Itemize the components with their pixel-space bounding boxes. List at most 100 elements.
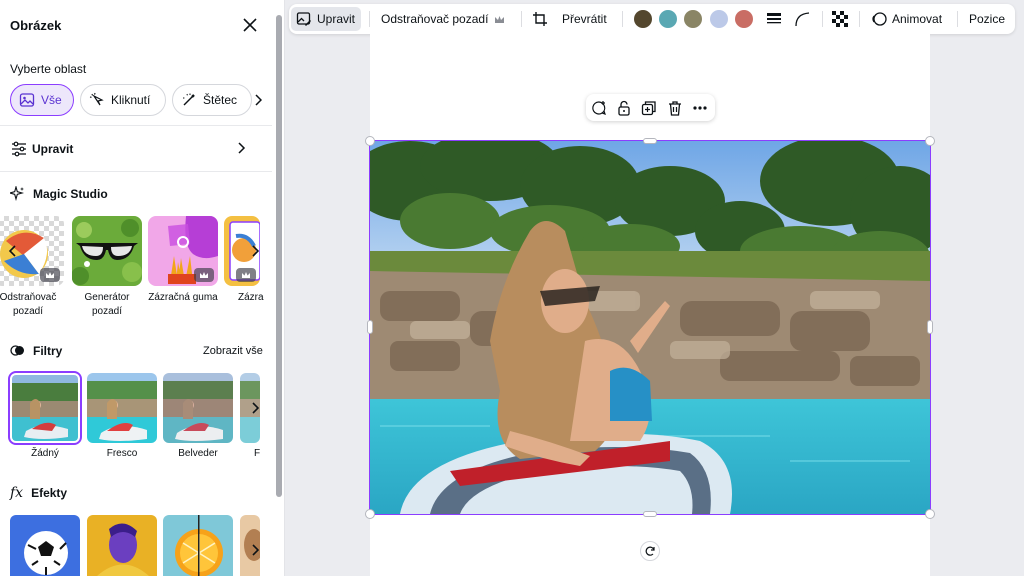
magic-next-button[interactable] (246, 242, 264, 260)
filters-next-button[interactable] (246, 399, 264, 417)
toolbar-separator (622, 11, 623, 27)
toolbar-animate-button[interactable]: Animovat (871, 4, 942, 34)
chevron-right-icon (255, 94, 262, 106)
toolbar-border-style-button[interactable] (766, 4, 782, 34)
more-horizontal-icon (693, 106, 707, 110)
select-brush-chip[interactable]: Štětec (172, 84, 252, 116)
effect-tile-duotone[interactable] (87, 515, 157, 576)
lock-button[interactable] (614, 98, 634, 118)
resize-handle-top[interactable] (643, 138, 657, 144)
fx-icon: fx (10, 485, 24, 501)
effects-next-button[interactable] (246, 541, 264, 559)
transparency-icon (832, 11, 848, 27)
select-click-chip[interactable]: Kliknutí (80, 84, 166, 116)
magic-tile-label: Generátor pozadí (84, 292, 130, 317)
chip-label: Kliknutí (111, 93, 151, 107)
duplicate-button[interactable] (639, 98, 659, 118)
panel-scrollbar-thumb[interactable] (276, 15, 282, 497)
filters-heading: Filtry (10, 343, 62, 358)
animate-icon (872, 12, 887, 26)
resize-handle-top-left[interactable] (365, 136, 375, 146)
filter-label: Fresco (106, 448, 138, 459)
toolbar-bg-remover-button[interactable]: Odstraňovač pozadí (381, 4, 505, 34)
color-swatch[interactable] (634, 10, 652, 28)
toolbar-separator (859, 11, 860, 27)
lock-icon (618, 100, 630, 116)
resize-handle-bottom-left[interactable] (365, 509, 375, 519)
brush-icon (183, 93, 195, 106)
toolbar-separator (957, 11, 958, 27)
select-all-chip[interactable]: Vše (10, 84, 74, 116)
chevron-right-icon (252, 544, 259, 556)
toolbar-crop-button[interactable] (532, 4, 548, 34)
filters-icon (10, 345, 24, 356)
toolbar-corner-rounding-button[interactable] (794, 4, 810, 34)
magic-tile-bg-generator[interactable] (72, 216, 142, 286)
resize-handle-bottom[interactable] (643, 511, 657, 517)
crown-icon (236, 268, 256, 282)
toolbar-separator (521, 11, 522, 27)
delete-button[interactable] (665, 98, 685, 118)
sliders-icon (12, 141, 26, 157)
toolbar-flip-button[interactable]: Převrátit (562, 4, 607, 34)
divider (0, 125, 272, 126)
trash-icon (669, 101, 681, 116)
more-options-button[interactable] (690, 98, 710, 118)
chevron-right-icon (238, 142, 246, 154)
toolbar-transparency-button[interactable] (832, 4, 848, 34)
resize-handle-bottom-right[interactable] (925, 509, 935, 519)
chips-next-button[interactable] (252, 92, 264, 108)
chip-label: Vše (41, 93, 62, 107)
close-icon (243, 18, 257, 32)
rotate-handle[interactable] (640, 541, 660, 561)
effects-heading: fx Efekty (10, 485, 68, 501)
magic-tile-label: Zázračné uchopení (238, 292, 264, 303)
corner-rounding-icon (795, 12, 810, 27)
color-swatch[interactable] (659, 10, 677, 28)
edit-adjust-row[interactable]: Upravit (0, 128, 272, 170)
crown-icon (194, 268, 214, 282)
color-swatch[interactable] (710, 10, 728, 28)
toolbar-edit-button[interactable]: Upravit (291, 7, 361, 31)
crown-icon (40, 268, 60, 282)
effect-tile-blur[interactable] (163, 515, 233, 576)
chip-label: Štětec (203, 93, 238, 107)
chevron-right-icon (252, 402, 259, 414)
image-edit-icon (296, 12, 311, 26)
crop-icon (533, 12, 547, 26)
magic-prev-button[interactable] (4, 242, 22, 260)
edit-label: Upravit (32, 142, 74, 156)
image-toolbar: Upravit Odstraňovač pozadí Převrátit Ani… (289, 4, 1015, 34)
sparkles-icon (10, 186, 25, 201)
duplicate-icon (641, 101, 656, 116)
border-style-icon (767, 13, 781, 24)
toolbar-separator (822, 11, 823, 27)
filter-label: Belveder (178, 448, 218, 459)
resize-handle-top-right[interactable] (925, 136, 935, 146)
color-swatch[interactable] (684, 10, 702, 28)
filters-see-all-link[interactable]: Zobrazit vše (203, 345, 263, 357)
effect-tile-shadow[interactable] (10, 515, 80, 576)
chevron-right-icon (252, 245, 259, 257)
panel-title: Obrázek (10, 18, 62, 33)
resize-handle-left[interactable] (367, 320, 373, 334)
magic-studio-heading: Magic Studio (10, 186, 108, 201)
toolbar-separator (369, 11, 370, 27)
toolbar-position-button[interactable]: Pozice (969, 4, 1005, 34)
image-panel: Obrázek Vyberte oblast Vše Kliknutí Štět… (0, 0, 285, 576)
divider (0, 171, 272, 172)
filter-belvedere-tile[interactable] (163, 373, 233, 443)
magic-tile-magic-eraser[interactable] (148, 216, 218, 286)
comment-button[interactable] (589, 98, 609, 118)
crown-icon (495, 15, 505, 23)
selected-photo[interactable] (369, 140, 931, 515)
element-context-menu (586, 94, 715, 121)
color-swatch[interactable] (735, 10, 753, 28)
select-area-label: Vyberte oblast (10, 62, 87, 76)
resize-handle-right[interactable] (927, 320, 933, 334)
image-icon (19, 93, 35, 107)
filter-fresco-tile[interactable] (87, 373, 157, 443)
filter-none-tile[interactable] (8, 371, 82, 445)
rotate-icon (645, 546, 655, 556)
close-panel-button[interactable] (240, 15, 260, 35)
